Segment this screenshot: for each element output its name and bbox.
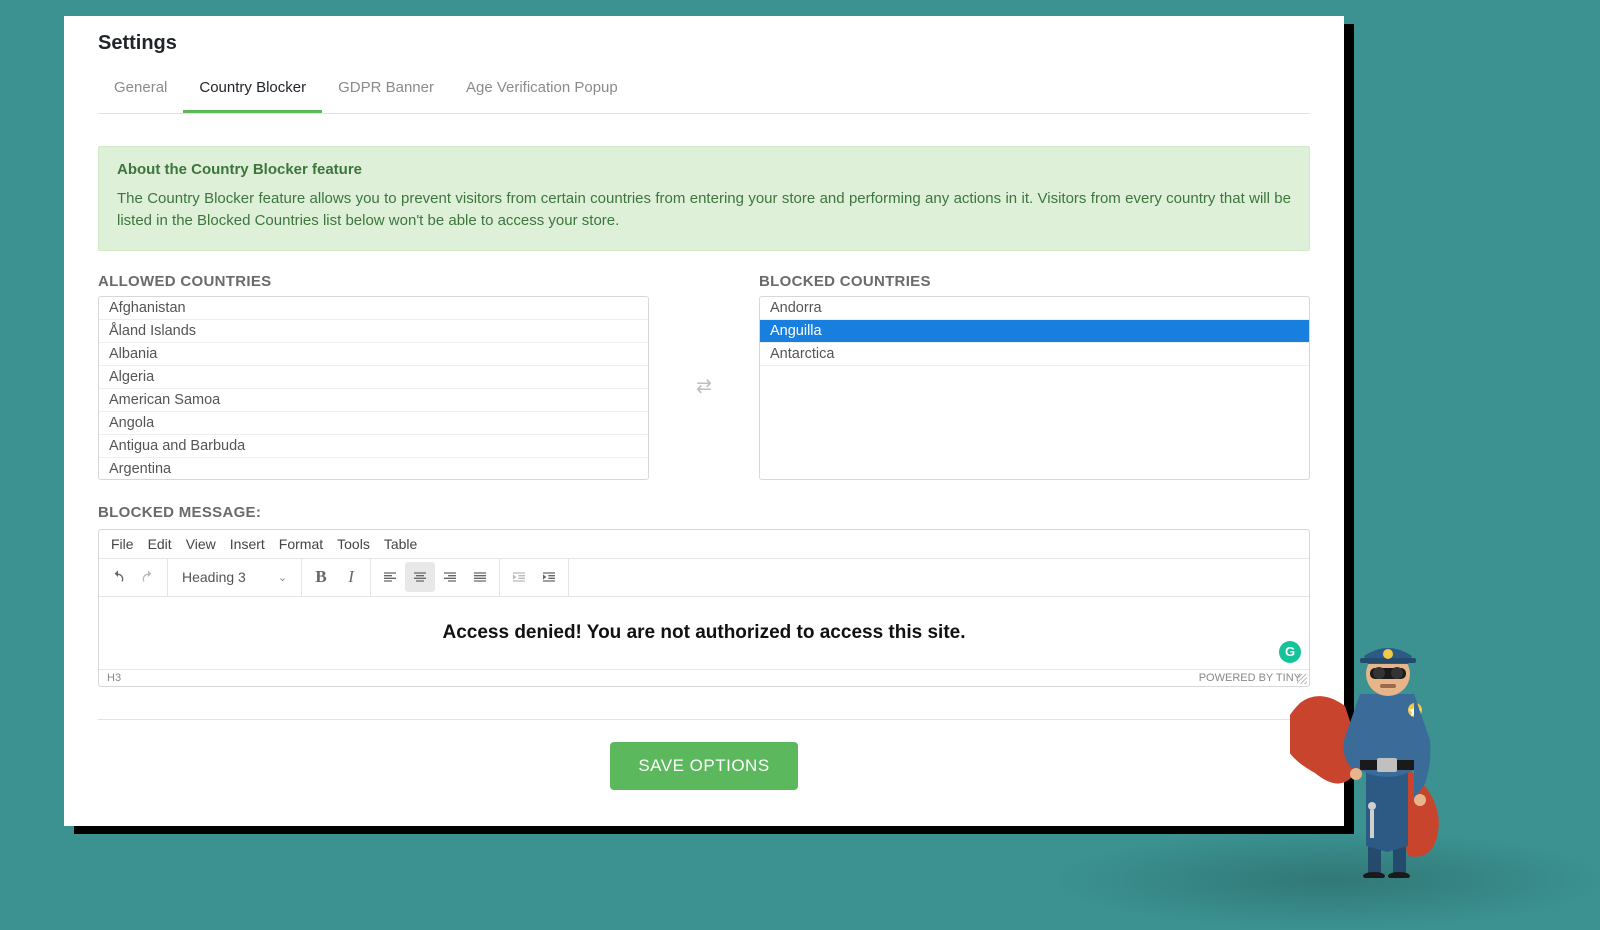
- tabs: GeneralCountry BlockerGDPR BannerAge Ver…: [98, 65, 1310, 114]
- tab-country-blocker[interactable]: Country Blocker: [183, 65, 322, 113]
- chevron-down-icon: ⌄: [278, 571, 287, 584]
- allowed-heading: ALLOWED COUNTRIES: [98, 273, 649, 290]
- page-title: Settings: [64, 16, 1344, 65]
- outdent-button[interactable]: [504, 562, 534, 592]
- list-item[interactable]: Angola: [99, 412, 648, 435]
- align-justify-button[interactable]: [465, 562, 495, 592]
- tab-gdpr-banner[interactable]: GDPR Banner: [322, 65, 450, 113]
- menu-format[interactable]: Format: [279, 536, 323, 552]
- list-item[interactable]: Anguilla: [760, 320, 1309, 343]
- info-body: The Country Blocker feature allows you t…: [117, 188, 1291, 232]
- info-box: About the Country Blocker feature The Co…: [98, 146, 1310, 251]
- blocked-message-label: BLOCKED MESSAGE:: [98, 504, 1310, 521]
- align-right-button[interactable]: [435, 562, 465, 592]
- tab-general[interactable]: General: [98, 65, 183, 113]
- menu-file[interactable]: File: [111, 536, 134, 552]
- editor-powered-by: POWERED BY TINY: [1199, 672, 1301, 684]
- list-item[interactable]: Andorra: [760, 297, 1309, 320]
- format-select-label: Heading 3: [182, 569, 246, 585]
- blocked-listbox[interactable]: AndorraAnguillaAntarctica: [759, 296, 1310, 480]
- menu-insert[interactable]: Insert: [230, 536, 265, 552]
- menu-tools[interactable]: Tools: [337, 536, 370, 552]
- tab-age-verification-popup[interactable]: Age Verification Popup: [450, 65, 634, 113]
- editor-menubar: File Edit View Insert Format Tools Table: [99, 530, 1309, 559]
- list-item[interactable]: American Samoa: [99, 389, 648, 412]
- menu-view[interactable]: View: [186, 536, 216, 552]
- list-item[interactable]: Antarctica: [760, 343, 1309, 366]
- align-left-button[interactable]: [375, 562, 405, 592]
- list-item[interactable]: Afghanistan: [99, 297, 648, 320]
- menu-edit[interactable]: Edit: [148, 536, 172, 552]
- editor-body[interactable]: Access denied! You are not authorized to…: [99, 597, 1309, 669]
- info-title: About the Country Blocker feature: [117, 161, 1291, 178]
- italic-button[interactable]: I: [336, 562, 366, 592]
- list-item[interactable]: Argentina: [99, 458, 648, 480]
- list-item[interactable]: Algeria: [99, 366, 648, 389]
- editor-status-path: H3: [107, 672, 121, 684]
- format-select[interactable]: Heading 3 ⌄: [172, 569, 297, 585]
- swap-icon[interactable]: ⇄: [696, 375, 712, 398]
- list-item[interactable]: Åland Islands: [99, 320, 648, 343]
- rich-text-editor: File Edit View Insert Format Tools Table Headi…: [98, 529, 1310, 687]
- menu-table[interactable]: Table: [384, 536, 417, 552]
- editor-toolbar: Heading 3 ⌄ B I: [99, 559, 1309, 597]
- bold-button[interactable]: B: [306, 562, 336, 592]
- list-item[interactable]: Antigua and Barbuda: [99, 435, 648, 458]
- allowed-listbox[interactable]: AfghanistanÅland IslandsAlbaniaAlgeriaAm…: [98, 296, 649, 480]
- mascot-illustration: [1290, 628, 1470, 878]
- list-item[interactable]: Albania: [99, 343, 648, 366]
- save-options-button[interactable]: SAVE OPTIONS: [610, 742, 797, 790]
- blocked-heading: BLOCKED COUNTRIES: [759, 273, 1310, 290]
- redo-button[interactable]: [133, 562, 163, 592]
- align-center-button[interactable]: [405, 562, 435, 592]
- editor-content: Access denied! You are not authorized to…: [442, 622, 965, 644]
- undo-button[interactable]: [103, 562, 133, 592]
- indent-button[interactable]: [534, 562, 564, 592]
